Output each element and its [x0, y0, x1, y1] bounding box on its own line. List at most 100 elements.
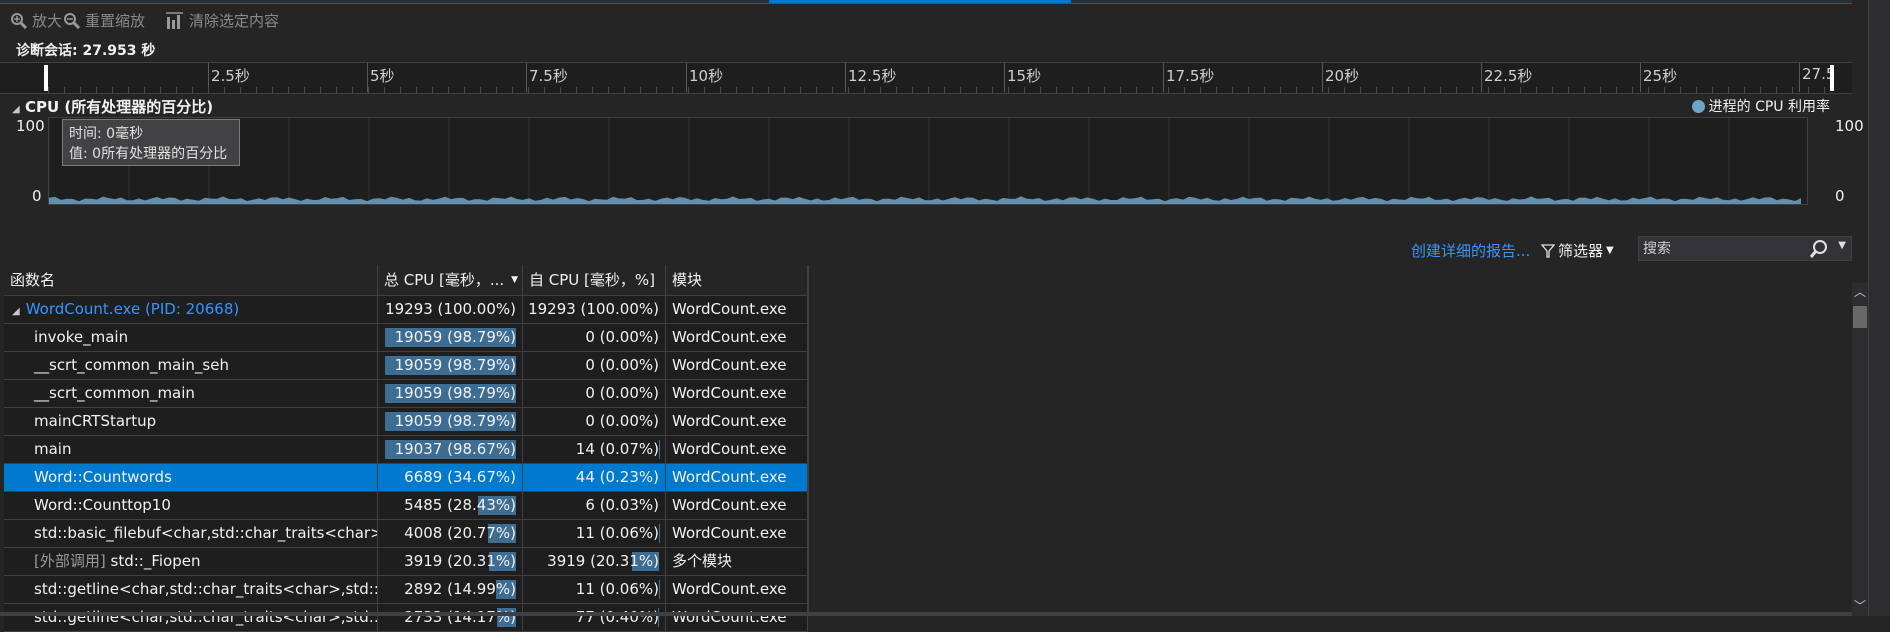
range-end-handle[interactable]	[1830, 65, 1834, 91]
header-total-cpu[interactable]: 总 CPU [毫秒，... ▼	[378, 265, 523, 295]
create-report-link[interactable]: 创建详细的报告...	[1411, 240, 1530, 261]
timeline-ruler[interactable]: 2.5秒 5秒 7.5秒 10秒 12.5秒 15秒 17.5秒 20秒 22.…	[0, 62, 1852, 94]
total-cpu-cell: 2892 (14.99%)	[378, 576, 523, 603]
function-name-cell[interactable]: ◢ WordCount.exe (PID: 20668)	[4, 296, 378, 323]
table-row[interactable]: mainCRTStartup19059 (98.79%)0 (0.00%)Wor…	[4, 408, 808, 436]
ruler-minor-tick	[1120, 87, 1121, 93]
table-row[interactable]: Word::Countwords6689 (34.67%)44 (0.23%)W…	[4, 464, 808, 492]
ruler-minor-tick	[272, 87, 273, 93]
ruler-minor-tick	[48, 87, 49, 93]
function-name-cell[interactable]: invoke_main	[4, 324, 378, 351]
y-axis-top-left: 100	[16, 117, 45, 135]
table-row[interactable]: ◢ WordCount.exe (PID: 20668) 19293 (100.00…	[4, 296, 808, 324]
table-row[interactable]: Word::Counttop105485 (28.43%)6 (0.03%)Wo…	[4, 492, 808, 520]
table-row[interactable]: std::basic_filebuf<char,std::char_traits…	[4, 520, 808, 548]
table-row[interactable]: std::getline<char,std::char_traits<char>…	[4, 576, 808, 604]
toolbar: 放大 重置缩放 清除选定内容	[0, 4, 1852, 34]
function-name-cell[interactable]: std::getline<char,std::char_traits<char>…	[4, 604, 378, 631]
table-row[interactable]: std::getline<char,std::char_traits<char>…	[4, 604, 808, 632]
table-row[interactable]: main19037 (98.67%)14 (0.07%)WordCount.ex…	[4, 436, 808, 464]
scrollbar-thumb[interactable]	[1853, 306, 1867, 328]
ruler-minor-tick	[880, 87, 881, 93]
function-name-cell[interactable]: std::basic_filebuf<char,std::char_traits…	[4, 520, 378, 547]
ruler-minor-tick	[1632, 87, 1633, 93]
header-module[interactable]: 模块	[666, 265, 808, 295]
total-cpu-cell: 4008 (20.77%)	[378, 520, 523, 547]
self-cpu-value: 19293 (100.00%)	[528, 300, 659, 318]
ruler-minor-tick	[656, 87, 657, 93]
ruler-minor-tick	[64, 87, 65, 93]
total-cpu-cell: 2733 (14.17%)	[378, 604, 523, 631]
expand-triangle-icon[interactable]: ◢	[12, 306, 20, 317]
ruler-minor-tick	[224, 87, 225, 93]
cpu-usage-graph[interactable]	[48, 117, 1808, 205]
function-name-cell[interactable]: mainCRTStartup	[4, 408, 378, 435]
table-row[interactable]: __scrt_common_main_seh19059 (98.79%)0 (0…	[4, 352, 808, 380]
ruler-tick	[1799, 63, 1800, 92]
vertical-scrollbar[interactable]: ︿ ﹀	[1852, 283, 1868, 616]
ruler-minor-tick	[1600, 87, 1601, 93]
total-cpu-value: 2733 (14.17%)	[404, 608, 516, 626]
right-tool-window-strip[interactable]	[1868, 0, 1890, 616]
ruler-minor-tick	[1184, 87, 1185, 93]
self-cpu-cell: 77 (0.40%)	[523, 604, 666, 631]
ruler-minor-tick	[944, 87, 945, 93]
function-name: Word::Countwords	[34, 468, 172, 486]
function-name-cell[interactable]: std::getline<char,std::char_traits<char>…	[4, 576, 378, 603]
ruler-minor-tick	[1296, 87, 1297, 93]
ruler-minor-tick	[1472, 87, 1473, 93]
self-cpu-value: 14 (0.07%)	[576, 440, 659, 458]
cpu-section-header[interactable]: ◢ CPU (所有处理器的百分比)	[12, 96, 213, 117]
scroll-down-icon[interactable]: ﹀	[1854, 597, 1866, 614]
search-input[interactable]	[1639, 237, 1807, 260]
module-cell: WordCount.exe	[666, 296, 808, 323]
function-name-cell[interactable]: main	[4, 436, 378, 463]
module-cell: WordCount.exe	[666, 380, 808, 407]
total-cpu-value: 19293 (100.00%)	[385, 300, 516, 318]
ruler-minor-tick	[752, 87, 753, 93]
function-name: __scrt_common_main	[34, 384, 195, 402]
zoom-in-button[interactable]: 放大	[10, 10, 62, 31]
ruler-minor-tick	[1456, 87, 1457, 93]
cpu-section-title: CPU (所有处理器的百分比)	[25, 98, 213, 116]
clear-selection-button[interactable]: 清除选定内容	[165, 10, 279, 31]
function-name-cell[interactable]: Word::Countwords	[4, 464, 378, 491]
self-cpu-value: 3919 (20.31%)	[547, 552, 659, 570]
ruler-minor-tick	[384, 87, 385, 93]
function-name-cell[interactable]: [外部调用] std::_Fiopen	[4, 548, 378, 575]
ruler-minor-tick	[1328, 87, 1329, 93]
self-cpu-value: 6 (0.03%)	[585, 496, 659, 514]
ruler-minor-tick	[1376, 87, 1377, 93]
function-name-cell[interactable]: __scrt_common_main_seh	[4, 352, 378, 379]
cpu-legend: 进程的 CPU 利用率	[1692, 96, 1830, 116]
function-name-cell[interactable]: __scrt_common_main	[4, 380, 378, 407]
ruler-minor-tick	[592, 87, 593, 93]
process-name[interactable]: WordCount.exe (PID: 20668)	[26, 300, 240, 318]
filter-dropdown[interactable]: 筛选器 ▼	[1541, 240, 1614, 261]
function-name-cell[interactable]: Word::Counttop10	[4, 492, 378, 519]
ruler-minor-tick	[1648, 87, 1649, 93]
ruler-minor-tick	[848, 87, 849, 93]
table-row[interactable]: invoke_main19059 (98.79%)0 (0.00%)WordCo…	[4, 324, 808, 352]
ruler-minor-tick	[1392, 87, 1393, 93]
ruler-minor-tick	[160, 87, 161, 93]
ruler-minor-tick	[992, 87, 993, 93]
search-icon[interactable]	[1809, 239, 1829, 259]
total-cpu-cell: 19293 (100.00%)	[378, 296, 523, 323]
header-function-name[interactable]: 函数名	[4, 265, 378, 295]
ruler-minor-tick	[1152, 87, 1153, 93]
table-row[interactable]: __scrt_common_main19059 (98.79%)0 (0.00%…	[4, 380, 808, 408]
search-box[interactable]: ▼	[1638, 236, 1852, 261]
ruler-minor-tick	[176, 87, 177, 93]
ruler-minor-tick	[1760, 87, 1761, 93]
header-self-cpu[interactable]: 自 CPU [毫秒，%]	[523, 265, 666, 295]
table-row[interactable]: [外部调用] std::_Fiopen3919 (20.31%)3919 (20…	[4, 548, 808, 576]
ruler-minor-tick	[1344, 87, 1345, 93]
total-cpu-value: 6689 (34.67%)	[404, 468, 516, 486]
scroll-up-icon[interactable]: ︿	[1854, 283, 1866, 300]
reset-zoom-button[interactable]: 重置缩放	[63, 10, 145, 31]
self-cpu-cell: 6 (0.03%)	[523, 492, 666, 519]
self-cpu-cell: 44 (0.23%)	[523, 464, 666, 491]
self-cpu-cell: 3919 (20.31%)	[523, 548, 666, 575]
search-options-chevron-icon[interactable]: ▼	[1838, 240, 1846, 251]
